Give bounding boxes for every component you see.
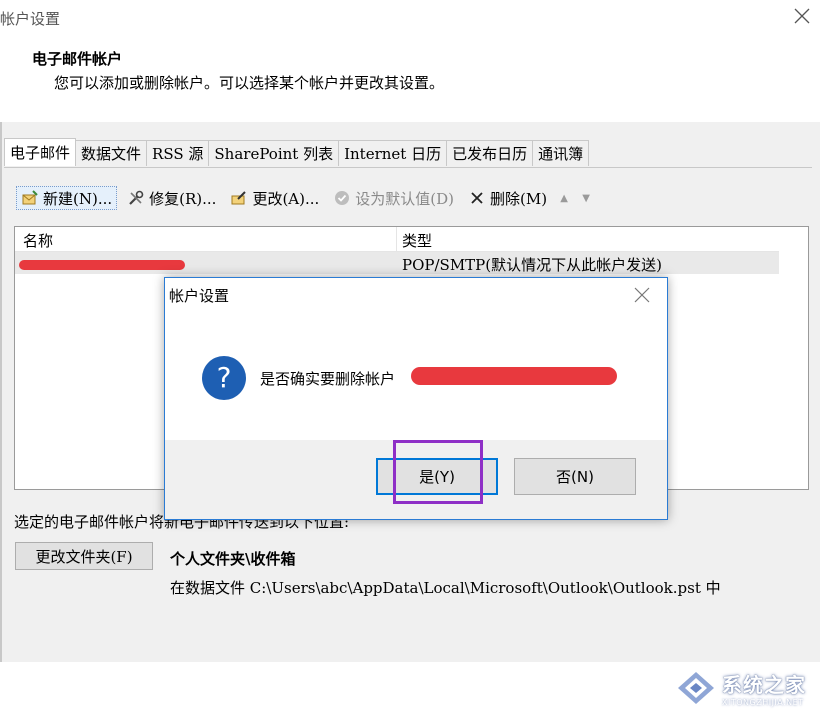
set-default-button[interactable]: 设为默认值(D) xyxy=(329,186,458,210)
column-header-name[interactable]: 名称 xyxy=(23,230,53,251)
new-button[interactable]: 新建(N)... xyxy=(16,186,118,210)
page-title: 电子邮件帐户 xyxy=(32,50,123,68)
repair-tools-icon xyxy=(129,190,144,205)
svg-text:?: ? xyxy=(217,361,232,394)
watermark: 系统之家 XITONGZHIJIA.NET xyxy=(674,668,806,708)
tab-sharepoint-lists[interactable]: SharePoint 列表 xyxy=(208,140,340,166)
repair-button[interactable]: 修复(R)... xyxy=(123,186,220,210)
watermark-logo-icon xyxy=(678,672,714,704)
delete-button[interactable]: 删除(M) xyxy=(464,186,551,210)
bottom-area: 系统之家 XITONGZHIJIA.NET xyxy=(0,662,820,711)
tab-address-books[interactable]: 通讯簿 xyxy=(532,140,590,166)
change-folder-button[interactable]: 更改文件夹(F) xyxy=(15,542,153,570)
dialog-title: 帐户设置 xyxy=(169,287,230,305)
tab-internet-calendars[interactable]: Internet 日历 xyxy=(338,140,448,166)
redacted-account-address xyxy=(411,367,617,385)
new-account-icon xyxy=(22,190,38,205)
change-account-icon xyxy=(231,191,247,205)
tab-strip: 电子邮件 数据文件 RSS 源 SharePoint 列表 Internet 日… xyxy=(4,138,590,168)
dialog-close-icon[interactable] xyxy=(633,286,651,304)
change-button-label: 更改(A)... xyxy=(252,189,320,208)
dialog-message: 是否确实要删除帐户 xyxy=(260,370,396,388)
arrow-down-icon[interactable]: ▼ xyxy=(579,188,593,208)
delete-x-icon xyxy=(471,192,483,204)
new-button-label: 新建(N)... xyxy=(43,189,113,208)
tab-email[interactable]: 电子邮件 xyxy=(4,138,77,166)
change-button[interactable]: 更改(A)... xyxy=(226,186,323,210)
header-area: 电子邮件帐户 您可以添加或删除帐户。可以选择某个帐户并更改其设置。 xyxy=(0,34,820,123)
tab-rss-feeds[interactable]: RSS 源 xyxy=(146,140,210,166)
delivery-folder-path: 在数据文件 C:\Users\abc\AppData\Local\Microso… xyxy=(170,579,721,597)
no-button[interactable]: 否(N) xyxy=(514,458,636,495)
watermark-subtitle: XITONGZHIJIA.NET xyxy=(722,698,804,707)
toolbar: 新建(N)... 修复(R)... 更改(A)... 设为默认值(D) 删除(M… xyxy=(16,184,601,212)
column-header-type[interactable]: 类型 xyxy=(402,230,432,251)
column-divider[interactable] xyxy=(396,227,397,251)
arrow-up-icon[interactable]: ▲ xyxy=(557,188,571,208)
tab-data-files[interactable]: 数据文件 xyxy=(75,140,148,166)
delivery-folder-name: 个人文件夹\收件箱 xyxy=(170,550,296,568)
redacted-account-name xyxy=(19,260,185,270)
account-type-cell: POP/SMTP(默认情况下从此帐户发送) xyxy=(402,256,662,274)
yes-button-highlight xyxy=(393,440,483,504)
repair-button-label: 修复(R)... xyxy=(149,189,217,208)
set-default-button-label: 设为默认值(D) xyxy=(355,189,455,208)
title-bar: 帐户设置 xyxy=(0,0,820,34)
question-icon: ? xyxy=(202,356,246,400)
watermark-title: 系统之家 xyxy=(722,673,806,697)
list-header: 名称 类型 xyxy=(15,227,779,252)
table-row[interactable]: POP/SMTP(默认情况下从此帐户发送) xyxy=(15,252,779,274)
tab-published-calendars[interactable]: 已发布日历 xyxy=(446,140,534,166)
delete-button-label: 删除(M) xyxy=(490,189,548,208)
close-icon[interactable] xyxy=(792,6,812,26)
left-border xyxy=(0,122,2,662)
watermark-text: 系统之家 XITONGZHIJIA.NET xyxy=(722,669,806,707)
window-title: 帐户设置 xyxy=(0,10,61,28)
page-subtitle: 您可以添加或删除帐户。可以选择某个帐户并更改其设置。 xyxy=(54,74,445,92)
check-circle-icon xyxy=(335,191,350,205)
